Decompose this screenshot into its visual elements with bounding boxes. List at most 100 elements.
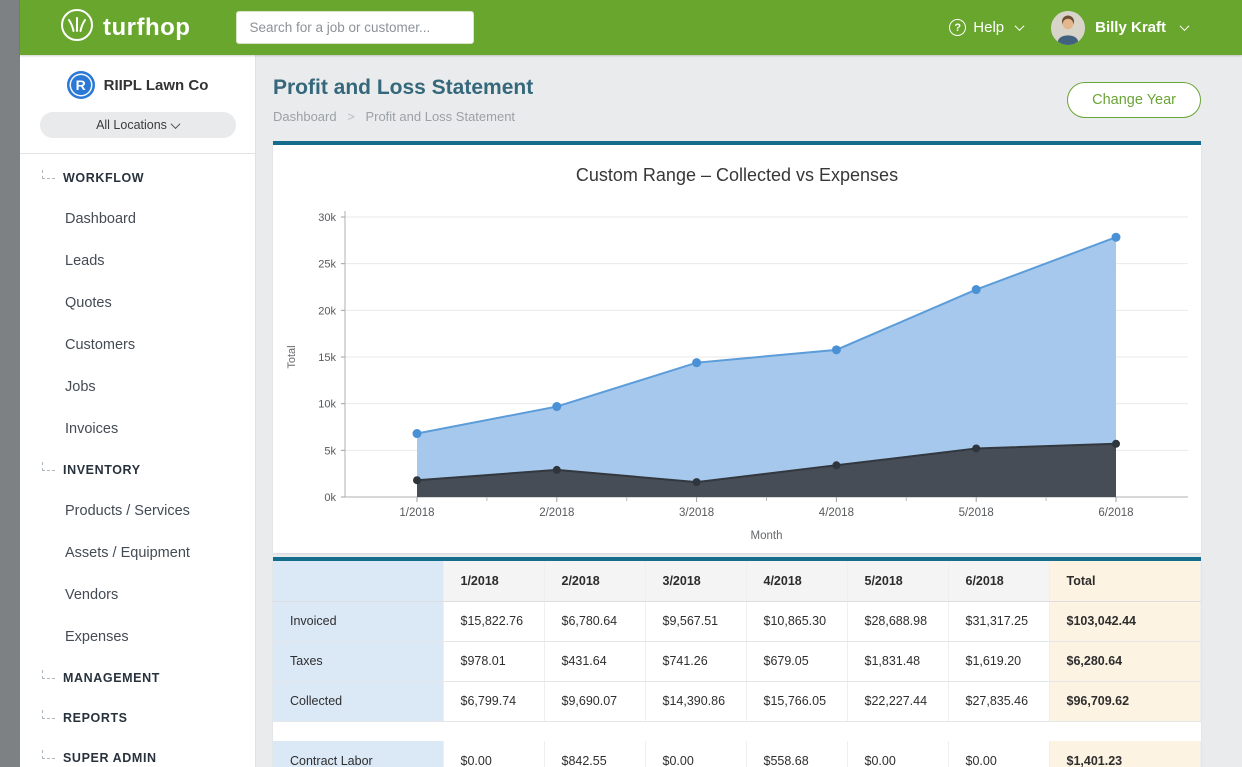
sidebar-item-dashboard[interactable]: Dashboard (20, 198, 255, 240)
breadcrumb-dashboard[interactable]: Dashboard (273, 109, 337, 124)
cell: $0.00 (847, 741, 948, 767)
sidebar-item-expenses[interactable]: Expenses (20, 616, 255, 658)
row-total: $96,709.62 (1049, 681, 1201, 721)
main-content: Profit and Loss Statement Dashboard > Pr… (256, 55, 1242, 767)
cell: $6,799.74 (443, 681, 544, 721)
change-year-button[interactable]: Change Year (1067, 82, 1201, 118)
cell: $0.00 (645, 741, 746, 767)
tree-branch-icon (42, 750, 55, 759)
column-header: 5/2018 (847, 561, 948, 601)
chart-card: Custom Range – Collected vs Expenses 0k 5… (273, 141, 1201, 553)
column-header: 3/2018 (645, 561, 746, 601)
cell: $9,567.51 (645, 601, 746, 641)
column-header: 2/2018 (544, 561, 645, 601)
app-window: turfhop ? Help Billy Kraft (20, 0, 1242, 767)
svg-text:30k: 30k (318, 212, 336, 224)
sidebar-item-assets-equipment[interactable]: Assets / Equipment (20, 532, 255, 574)
svg-text:4/2018: 4/2018 (819, 507, 854, 519)
row-label: Invoiced (273, 601, 443, 641)
svg-text:1/2018: 1/2018 (399, 507, 434, 519)
svg-text:2/2018: 2/2018 (539, 507, 574, 519)
cell: $679.05 (746, 641, 847, 681)
svg-text:10k: 10k (318, 399, 336, 411)
sidebar-section-workflow[interactable]: WORKFLOW (20, 158, 255, 198)
sidebar-section-management[interactable]: MANAGEMENT (20, 658, 255, 698)
svg-text:15k: 15k (318, 352, 336, 364)
cell: $22,227.44 (847, 681, 948, 721)
sidebar-item-jobs[interactable]: Jobs (20, 366, 255, 408)
location-selector[interactable]: All Locations (40, 112, 236, 138)
chevron-down-icon (1015, 21, 1025, 31)
svg-text:25k: 25k (318, 259, 336, 271)
help-menu[interactable]: ? Help (949, 19, 1023, 36)
user-menu[interactable]: Billy Kraft (1051, 11, 1188, 45)
breadcrumb: Dashboard > Profit and Loss Statement (273, 109, 533, 125)
cell: $431.64 (544, 641, 645, 681)
user-name: Billy Kraft (1095, 19, 1166, 36)
column-header: 4/2018 (746, 561, 847, 601)
topbar-right: ? Help Billy Kraft (949, 11, 1242, 45)
avatar (1051, 11, 1085, 45)
svg-text:0k: 0k (324, 492, 336, 504)
sidebar-item-invoices[interactable]: Invoices (20, 408, 255, 450)
help-icon: ? (949, 19, 966, 36)
column-header (273, 561, 443, 601)
company-header: R RIIPL Lawn Co (20, 70, 255, 100)
sidebar-section-super-admin[interactable]: SUPER ADMIN (20, 738, 255, 767)
sidebar-section-inventory[interactable]: INVENTORY (20, 450, 255, 490)
table-row: Taxes $978.01 $431.64 $741.26 $679.05 $1… (273, 641, 1201, 681)
svg-text:Total: Total (286, 345, 298, 368)
cell: $15,822.76 (443, 601, 544, 641)
pnl-table: 1/2018 2/2018 3/2018 4/2018 5/2018 6/201… (273, 561, 1201, 767)
sidebar-item-vendors[interactable]: Vendors (20, 574, 255, 616)
row-total: $1,401.23 (1049, 741, 1201, 767)
cell: $1,619.20 (948, 641, 1049, 681)
pnl-table-card: 1/2018 2/2018 3/2018 4/2018 5/2018 6/201… (273, 557, 1201, 767)
tree-branch-icon (42, 670, 55, 679)
window-gutter (0, 0, 20, 767)
cell: $558.68 (746, 741, 847, 767)
cell: $978.01 (443, 641, 544, 681)
cell: $27,835.46 (948, 681, 1049, 721)
tree-branch-icon (42, 462, 55, 471)
turfhop-grass-icon (60, 8, 94, 47)
brand-name: turfhop (103, 14, 190, 42)
sidebar-section-reports[interactable]: REPORTS (20, 698, 255, 738)
sidebar-nav: WORKFLOW Dashboard Leads Quotes Customer… (20, 154, 255, 767)
chart-title: Custom Range – Collected vs Expenses (283, 163, 1191, 187)
column-header: 1/2018 (443, 561, 544, 601)
table-section-spacer (273, 721, 1201, 741)
breadcrumb-separator: > (340, 109, 362, 124)
cell: $0.00 (443, 741, 544, 767)
column-header-total: Total (1049, 561, 1201, 601)
column-header: 6/2018 (948, 561, 1049, 601)
table-header-row: 1/2018 2/2018 3/2018 4/2018 5/2018 6/201… (273, 561, 1201, 601)
cell: $6,780.64 (544, 601, 645, 641)
tree-branch-icon (42, 170, 55, 179)
cell: $28,688.98 (847, 601, 948, 641)
row-label: Contract Labor (273, 741, 443, 767)
cell: $1,831.48 (847, 641, 948, 681)
sidebar-item-leads[interactable]: Leads (20, 240, 255, 282)
pnl-area-chart[interactable]: 0k5k10k15k20k25k30k1/20182/20183/20184/2… (283, 197, 1191, 549)
sidebar-item-quotes[interactable]: Quotes (20, 282, 255, 324)
sidebar: R RIIPL Lawn Co All Locations WORKFLOW D… (20, 55, 256, 767)
row-label: Collected (273, 681, 443, 721)
page-title: Profit and Loss Statement (273, 75, 533, 101)
cell: $31,317.25 (948, 601, 1049, 641)
company-logo: R (67, 71, 95, 99)
company-name: RIIPL Lawn Co (104, 77, 209, 94)
svg-text:3/2018: 3/2018 (679, 507, 714, 519)
sidebar-item-customers[interactable]: Customers (20, 324, 255, 366)
cell: $10,865.30 (746, 601, 847, 641)
svg-text:5k: 5k (324, 445, 336, 457)
search-input[interactable] (236, 11, 474, 44)
row-total: $103,042.44 (1049, 601, 1201, 641)
brand-logo[interactable]: turfhop (60, 8, 190, 47)
location-selector-label: All Locations (96, 118, 167, 132)
sidebar-item-products-services[interactable]: Products / Services (20, 490, 255, 532)
chevron-down-icon (170, 119, 180, 129)
chevron-down-icon (1180, 21, 1190, 31)
cell: $15,766.05 (746, 681, 847, 721)
cell: $0.00 (948, 741, 1049, 767)
